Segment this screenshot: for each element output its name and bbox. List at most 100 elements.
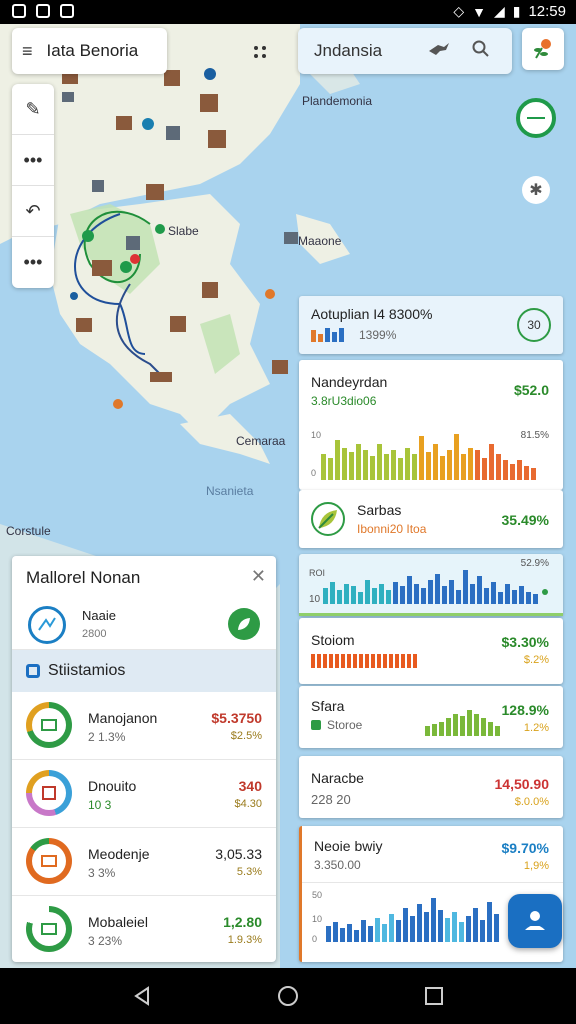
- sfara-card[interactable]: Sfara Storoe 128.9% 1.2%: [299, 686, 563, 748]
- stoiom-bars: [311, 654, 417, 668]
- system-nav-bar: [0, 968, 576, 1024]
- map-label: Plandemonia: [302, 94, 373, 108]
- notification-icon: [36, 4, 50, 18]
- stoiom-value: $3.30%: [501, 634, 549, 650]
- first-item-name: Naaie: [82, 608, 116, 623]
- item-sub: 10 3: [88, 798, 112, 812]
- battery-icon: ▮: [512, 3, 521, 19]
- axis-label: 50: [312, 890, 323, 900]
- neoie-label: Neoie bwiy: [314, 838, 383, 854]
- revenue-label: Nandeyrdan: [311, 374, 388, 390]
- sfara-value2: 1.2%: [523, 722, 549, 734]
- first-item-sub: 2800: [82, 628, 107, 640]
- sales-card[interactable]: Sarbas Ibonni20 Itoa 35.49%: [299, 490, 563, 548]
- naracbe-label: Naracbe: [311, 770, 364, 786]
- naracbe-card[interactable]: Naracbe 228 20 14,50.90 $.0.0%: [299, 756, 563, 818]
- summary-card[interactable]: Aotuplian I4 8300% 1399% 30: [299, 296, 563, 354]
- summary-label: Aotuplian I4 8300%: [311, 306, 433, 322]
- axis-label: 10: [312, 914, 323, 924]
- back-icon[interactable]: [130, 984, 154, 1008]
- recents-icon[interactable]: [422, 984, 446, 1008]
- pen-icon[interactable]: ✎: [12, 84, 54, 135]
- list-item[interactable]: Mobaleiel 3 23% 1,2.80 1.9.3%: [12, 896, 276, 962]
- flower-icon[interactable]: [522, 28, 564, 70]
- neoie-sub: 3.350.00: [314, 858, 361, 872]
- sales-label: Sarbas: [357, 502, 402, 518]
- item-sub: 3 23%: [88, 934, 123, 948]
- clock: 12:59: [528, 3, 566, 20]
- neoie-value2: 1,9%: [523, 860, 549, 872]
- search-icon[interactable]: [472, 40, 490, 63]
- section-icon: [26, 664, 40, 678]
- panel-header: Mallorel Nonan ✕: [12, 556, 276, 600]
- item-pct: 5.3%: [236, 866, 262, 878]
- stoiom-label: Stoiom: [311, 632, 355, 648]
- divider: [302, 882, 563, 883]
- item-pct: 1.9.3%: [227, 934, 262, 946]
- wifi-icon: ▼: [472, 3, 486, 20]
- search-bar-left[interactable]: ≡ Iata Benoria: [12, 28, 167, 74]
- naracbe-value: 14,50.90: [494, 776, 550, 792]
- leaf-icon[interactable]: [228, 608, 260, 640]
- wave-icon: [28, 606, 66, 644]
- map-screen: Plandemonia Slabe Maaone Cemaraa Nsaniet…: [0, 24, 576, 968]
- search-title: Iata Benoria: [46, 41, 139, 60]
- revenue-bar-chart: [321, 434, 536, 480]
- add-user-button[interactable]: [508, 894, 562, 948]
- more-icon[interactable]: •••: [12, 237, 54, 288]
- section-title: Stiistamios: [48, 662, 126, 679]
- ring-icon: [26, 906, 72, 952]
- neoie-bar-chart: [326, 898, 499, 942]
- sfara-label: Sfara: [311, 698, 345, 714]
- leaf-icon: [311, 502, 345, 536]
- sfara-bar-chart: [425, 710, 500, 736]
- neoie-value: $9.70%: [501, 840, 549, 856]
- grid-dots-icon[interactable]: [246, 38, 274, 66]
- sfara-sub: Storoe: [327, 718, 363, 732]
- axis-label: 0: [311, 468, 317, 478]
- sfara-value: 128.9%: [501, 702, 549, 718]
- tool-column: ✎ ••• ↶ •••: [12, 84, 54, 288]
- locate-icon[interactable]: ✱: [522, 176, 550, 204]
- map-label: Slabe: [168, 224, 199, 238]
- item-amount: 3,05.33: [215, 846, 262, 862]
- item-amount: $5.3750: [211, 710, 262, 726]
- bird-icon[interactable]: [428, 41, 450, 62]
- more-icon[interactable]: •••: [12, 135, 54, 186]
- search-title: Jndansia: [314, 41, 383, 60]
- score-badge: 30: [517, 308, 551, 342]
- close-icon[interactable]: ✕: [251, 566, 266, 587]
- notification-icon: [60, 4, 74, 18]
- item-name: Meodenje: [88, 846, 150, 862]
- axis-label: 10: [309, 594, 321, 605]
- home-icon[interactable]: [276, 984, 300, 1008]
- ring-icon: [26, 838, 72, 884]
- legend-swatch: [311, 720, 321, 730]
- item-name: Mobaleiel: [88, 914, 148, 930]
- stoiom-card[interactable]: Stoiom $3.30% $.2%: [299, 618, 563, 684]
- compass-icon[interactable]: [516, 98, 556, 138]
- list-item[interactable]: Dnouito 10 3 340 $4.30: [12, 760, 276, 828]
- first-item[interactable]: Naaie 2800: [12, 600, 276, 650]
- signal-icon: ◇: [453, 3, 465, 19]
- search-bar-right[interactable]: Jndansia: [298, 28, 512, 74]
- map-label: Nsanieta: [206, 484, 254, 498]
- details-panel: Mallorel Nonan ✕ Naaie 2800 Stiistamios …: [12, 556, 276, 962]
- stoiom-value2: $.2%: [523, 654, 549, 666]
- item-sub: 3 3%: [88, 866, 116, 880]
- axis-label: 0: [312, 934, 318, 944]
- revenue-sub: 3.8rU3dio06: [311, 394, 377, 408]
- sales-sub: Ibonni20 Itoa: [357, 522, 427, 536]
- section-header: Stiistamios: [12, 650, 276, 692]
- naracbe-value2: $.0.0%: [514, 796, 549, 808]
- panel-title: Mallorel Nonan: [26, 568, 141, 587]
- item-amount: 340: [238, 778, 262, 794]
- list-item[interactable]: Manojanon 2 1.3% $5.3750 $2.5%: [12, 692, 276, 760]
- menu-icon[interactable]: ≡: [22, 41, 33, 62]
- item-pct: $4.30: [234, 798, 262, 810]
- list-item[interactable]: Meodenje 3 3% 3,05.33 5.3%: [12, 828, 276, 896]
- undo-icon[interactable]: ↶: [12, 186, 54, 237]
- revenue-card[interactable]: Nandeyrdan 3.8rU3dio06 $52.0 10 0 81.5%: [299, 360, 563, 490]
- naracbe-sub: 228 20: [311, 792, 351, 807]
- roi-chart-card[interactable]: ROI 10 52.9%: [299, 554, 563, 616]
